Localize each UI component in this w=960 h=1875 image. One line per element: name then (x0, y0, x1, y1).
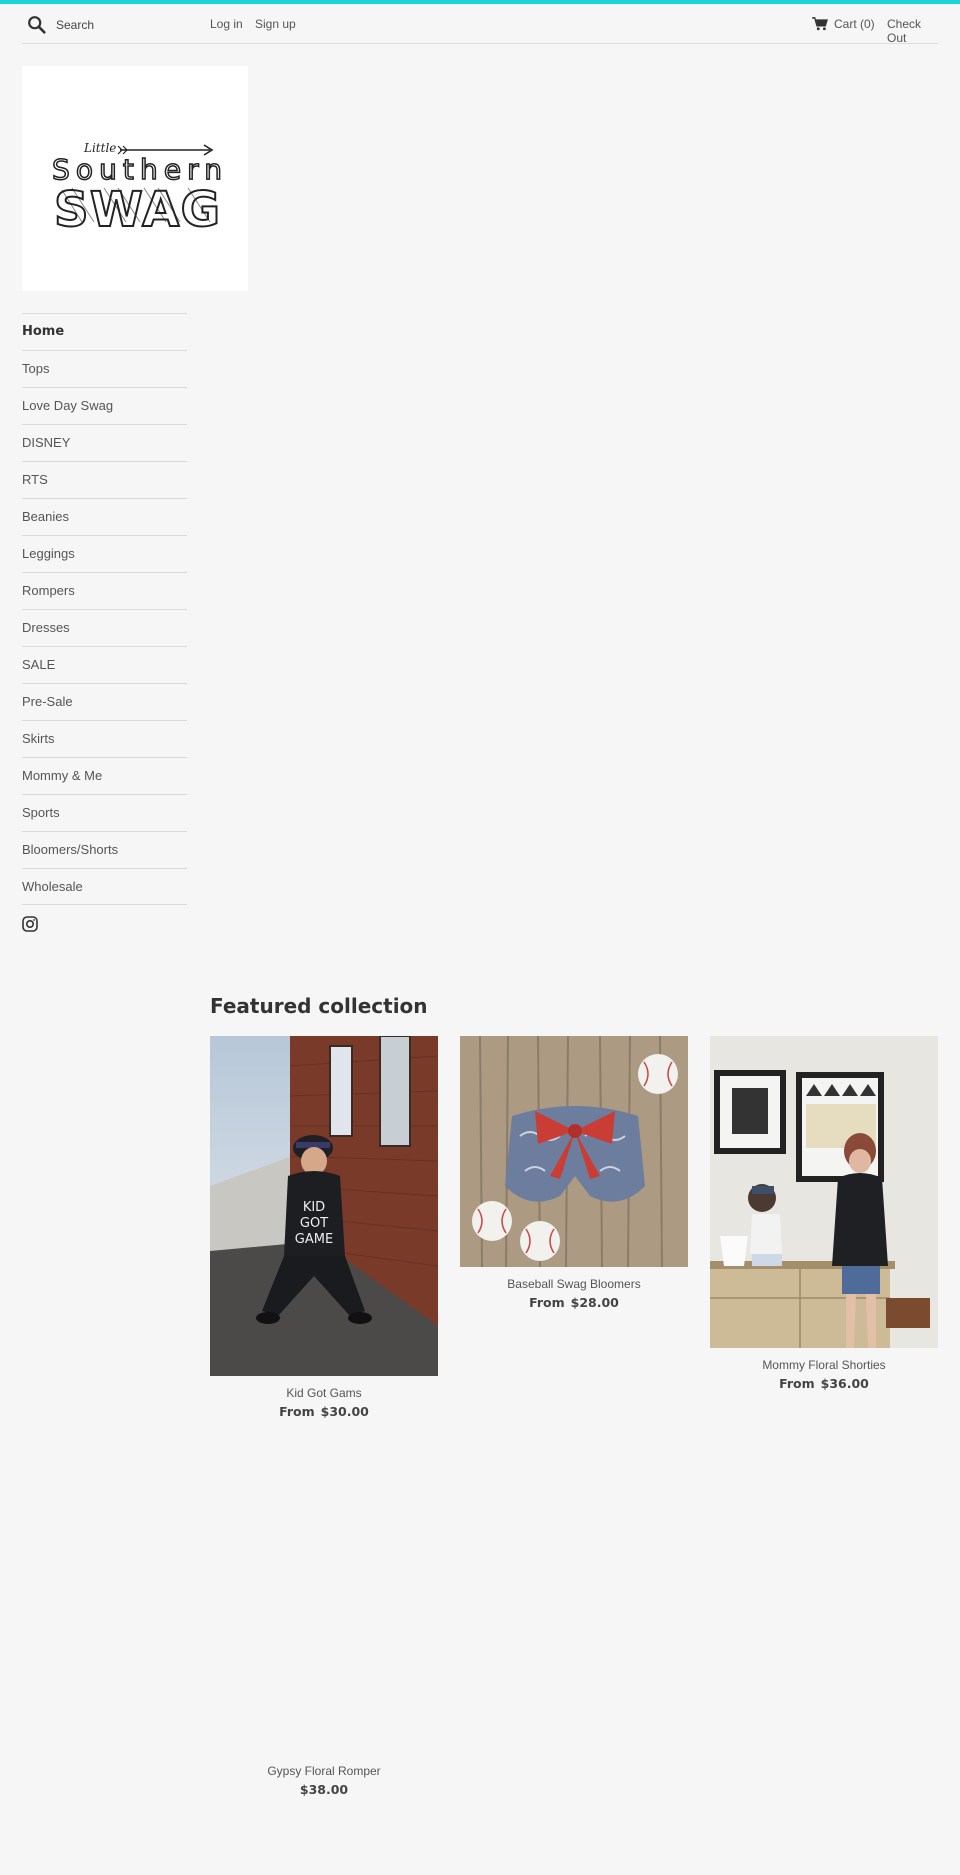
sidebar-item-sports[interactable]: Sports (22, 794, 187, 831)
price-value: $28.00 (570, 1295, 619, 1310)
price-prefix: From (779, 1376, 815, 1391)
sidebar-item-leggings[interactable]: Leggings (22, 535, 187, 572)
logo-artwork: Little Southern SWAG (51, 141, 223, 239)
sidebar-item-tops[interactable]: Tops (22, 350, 187, 387)
product-name[interactable]: Baseball Swag Bloomers (460, 1277, 688, 1291)
price-value: $36.00 (820, 1376, 869, 1391)
cart-link[interactable]: Cart (0) (834, 17, 875, 31)
sidebar-nav: Home Tops Love Day Swag DISNEY RTS Beani… (22, 313, 187, 905)
search-icon[interactable] (26, 14, 48, 36)
sidebar-item-rts[interactable]: RTS (22, 461, 187, 498)
product-image[interactable]: KID GOT GAME (210, 1036, 438, 1376)
featured-collection-title: Featured collection (210, 994, 428, 1018)
price-prefix: From (529, 1295, 565, 1310)
product-image[interactable] (210, 1414, 438, 1754)
store-logo[interactable]: Little Southern SWAG (22, 66, 248, 291)
product-image[interactable] (710, 1036, 938, 1348)
svg-text:KID: KID (303, 1200, 325, 1215)
product-price: From $28.00 (460, 1295, 688, 1310)
sidebar-item-home[interactable]: Home (22, 313, 187, 350)
sidebar-item-beanies[interactable]: Beanies (22, 498, 187, 535)
price-value: $38.00 (299, 1782, 349, 1797)
product-price: $38.00 (210, 1782, 438, 1797)
sidebar-item-disney[interactable]: DISNEY (22, 424, 187, 461)
cart-icon[interactable] (812, 17, 828, 31)
sidebar-item-bloomers-shorts[interactable]: Bloomers/Shorts (22, 831, 187, 868)
svg-text:GOT: GOT (300, 1216, 328, 1231)
svg-text:GAME: GAME (295, 1232, 333, 1247)
product-price: From $36.00 (710, 1376, 938, 1391)
site-header: Log in Sign up Cart (0) Check Out (22, 4, 938, 45)
sidebar-item-sale[interactable]: SALE (22, 646, 187, 683)
login-link[interactable]: Log in (210, 17, 243, 31)
checkout-link[interactable]: Check Out (887, 17, 938, 45)
product-name[interactable]: Kid Got Gams (210, 1386, 438, 1400)
product-name[interactable]: Mommy Floral Shorties (710, 1358, 938, 1372)
product-name[interactable]: Gypsy Floral Romper (210, 1764, 438, 1778)
sidebar-item-love-day-swag[interactable]: Love Day Swag (22, 387, 187, 424)
sidebar-item-pre-sale[interactable]: Pre-Sale (22, 683, 187, 720)
instagram-icon[interactable] (22, 916, 38, 932)
sidebar-item-rompers[interactable]: Rompers (22, 572, 187, 609)
sidebar-item-mommy-and-me[interactable]: Mommy & Me (22, 757, 187, 794)
sidebar-item-dresses[interactable]: Dresses (22, 609, 187, 646)
search-input[interactable] (52, 12, 202, 38)
svg-text:SWAG: SWAG (54, 182, 220, 238)
product-image[interactable] (460, 1036, 688, 1267)
sidebar-item-skirts[interactable]: Skirts (22, 720, 187, 757)
sidebar-item-wholesale[interactable]: Wholesale (22, 868, 187, 905)
signup-link[interactable]: Sign up (255, 17, 296, 31)
